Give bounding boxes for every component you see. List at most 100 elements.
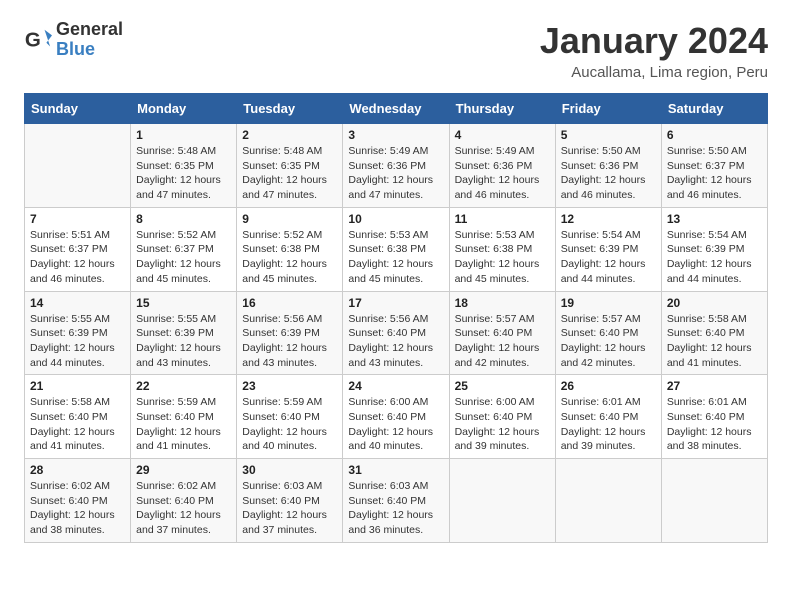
day-number: 6	[667, 128, 762, 142]
day-info: Sunrise: 5:59 AMSunset: 6:40 PMDaylight:…	[136, 395, 231, 454]
week-row-2: 7 Sunrise: 5:51 AMSunset: 6:37 PMDaylight…	[25, 207, 768, 291]
col-header-thursday: Thursday	[449, 94, 555, 124]
day-cell: 30 Sunrise: 6:03 AMSunset: 6:40 PMDayligh…	[237, 459, 343, 543]
day-number: 22	[136, 379, 231, 393]
day-cell: 13 Sunrise: 5:54 AMSunset: 6:39 PMDayligh…	[661, 207, 767, 291]
day-info: Sunrise: 5:57 AMSunset: 6:40 PMDaylight:…	[455, 312, 550, 371]
day-info: Sunrise: 6:00 AMSunset: 6:40 PMDaylight:…	[455, 395, 550, 454]
day-cell	[555, 459, 661, 543]
day-cell: 2Sunrise: 5:48 AMSunset: 6:35 PMDaylight…	[237, 124, 343, 208]
day-info: Sunrise: 5:55 AMSunset: 6:39 PMDaylight:…	[30, 312, 125, 371]
day-cell: 24 Sunrise: 6:00 AMSunset: 6:40 PMDayligh…	[343, 375, 449, 459]
day-info: Sunrise: 5:56 AMSunset: 6:39 PMDaylight:…	[242, 312, 337, 371]
day-cell: 28 Sunrise: 6:02 AMSunset: 6:40 PMDayligh…	[25, 459, 131, 543]
day-info: Sunrise: 5:54 AMSunset: 6:39 PMDaylight:…	[667, 228, 762, 287]
day-cell: 27 Sunrise: 6:01 AMSunset: 6:40 PMDayligh…	[661, 375, 767, 459]
day-cell: 3 Sunrise: 5:49 AMSunset: 6:36 PMDaylight…	[343, 124, 449, 208]
day-info: Sunrise: 5:55 AMSunset: 6:39 PMDaylight:…	[136, 312, 231, 371]
day-number: 28	[30, 463, 125, 477]
day-cell	[25, 124, 131, 208]
day-cell: 21 Sunrise: 5:58 AMSunset: 6:40 PMDayligh…	[25, 375, 131, 459]
logo-icon: G	[24, 26, 52, 54]
header-row: SundayMondayTuesdayWednesdayThursdayFrid…	[25, 94, 768, 124]
day-number: 26	[561, 379, 656, 393]
day-cell: 4 Sunrise: 5:49 AMSunset: 6:36 PMDaylight…	[449, 124, 555, 208]
day-cell: 29Sunrise: 6:02 AMSunset: 6:40 PMDayligh…	[131, 459, 237, 543]
day-info: Sunrise: 5:53 AMSunset: 6:38 PMDaylight:…	[348, 228, 443, 287]
day-info: Sunrise: 5:54 AMSunset: 6:39 PMDaylight:…	[561, 228, 656, 287]
header: G General Blue January 2024 Aucallama, L…	[24, 20, 768, 81]
week-row-3: 14Sunrise: 5:55 AMSunset: 6:39 PMDayligh…	[25, 291, 768, 375]
calendar-title: January 2024	[540, 20, 768, 62]
title-area: January 2024 Aucallama, Lima region, Per…	[540, 20, 768, 81]
day-number: 25	[455, 379, 550, 393]
day-info: Sunrise: 6:02 AMSunset: 6:40 PMDaylight:…	[136, 479, 231, 538]
col-header-monday: Monday	[131, 94, 237, 124]
day-info: Sunrise: 5:58 AMSunset: 6:40 PMDaylight:…	[667, 312, 762, 371]
day-number: 15	[136, 296, 231, 310]
day-number: 11	[455, 212, 550, 226]
day-info: Sunrise: 5:49 AMSunset: 6:36 PMDaylight:…	[455, 144, 550, 203]
day-cell: 22 Sunrise: 5:59 AMSunset: 6:40 PMDayligh…	[131, 375, 237, 459]
day-info: Sunrise: 6:01 AMSunset: 6:40 PMDaylight:…	[561, 395, 656, 454]
day-number: 12	[561, 212, 656, 226]
day-cell: 12 Sunrise: 5:54 AMSunset: 6:39 PMDayligh…	[555, 207, 661, 291]
day-info: Sunrise: 5:52 AMSunset: 6:38 PMDaylight:…	[242, 228, 337, 287]
day-info: Sunrise: 6:03 AMSunset: 6:40 PMDaylight:…	[242, 479, 337, 538]
day-cell: 16Sunrise: 5:56 AMSunset: 6:39 PMDayligh…	[237, 291, 343, 375]
day-info: Sunrise: 5:49 AMSunset: 6:36 PMDaylight:…	[348, 144, 443, 203]
day-number: 5	[561, 128, 656, 142]
day-cell: 6 Sunrise: 5:50 AMSunset: 6:37 PMDaylight…	[661, 124, 767, 208]
day-cell	[449, 459, 555, 543]
col-header-wednesday: Wednesday	[343, 94, 449, 124]
day-info: Sunrise: 5:56 AMSunset: 6:40 PMDaylight:…	[348, 312, 443, 371]
day-cell: 9 Sunrise: 5:52 AMSunset: 6:38 PMDaylight…	[237, 207, 343, 291]
day-number: 4	[455, 128, 550, 142]
day-number: 23	[242, 379, 337, 393]
svg-text:G: G	[25, 29, 41, 52]
day-number: 13	[667, 212, 762, 226]
day-info: Sunrise: 6:01 AMSunset: 6:40 PMDaylight:…	[667, 395, 762, 454]
col-header-sunday: Sunday	[25, 94, 131, 124]
day-info: Sunrise: 5:50 AMSunset: 6:36 PMDaylight:…	[561, 144, 656, 203]
day-number: 17	[348, 296, 443, 310]
day-info: Sunrise: 6:00 AMSunset: 6:40 PMDaylight:…	[348, 395, 443, 454]
day-number: 3	[348, 128, 443, 142]
day-info: Sunrise: 5:50 AMSunset: 6:37 PMDaylight:…	[667, 144, 762, 203]
day-info: Sunrise: 6:02 AMSunset: 6:40 PMDaylight:…	[30, 479, 125, 538]
logo-text-general: General	[56, 19, 123, 39]
day-number: 1	[136, 128, 231, 142]
day-info: Sunrise: 5:53 AMSunset: 6:38 PMDaylight:…	[455, 228, 550, 287]
day-cell: 18 Sunrise: 5:57 AMSunset: 6:40 PMDayligh…	[449, 291, 555, 375]
calendar-subtitle: Aucallama, Lima region, Peru	[540, 64, 768, 81]
day-number: 27	[667, 379, 762, 393]
week-row-4: 21 Sunrise: 5:58 AMSunset: 6:40 PMDayligh…	[25, 375, 768, 459]
day-number: 8	[136, 212, 231, 226]
day-number: 18	[455, 296, 550, 310]
day-number: 20	[667, 296, 762, 310]
day-cell: 17 Sunrise: 5:56 AMSunset: 6:40 PMDayligh…	[343, 291, 449, 375]
day-cell: 26 Sunrise: 6:01 AMSunset: 6:40 PMDayligh…	[555, 375, 661, 459]
day-number: 30	[242, 463, 337, 477]
day-info: Sunrise: 5:48 AMSunset: 6:35 PMDaylight:…	[242, 144, 337, 203]
day-cell: 20 Sunrise: 5:58 AMSunset: 6:40 PMDayligh…	[661, 291, 767, 375]
week-row-5: 28 Sunrise: 6:02 AMSunset: 6:40 PMDayligh…	[25, 459, 768, 543]
logo-text-blue: Blue	[56, 39, 95, 59]
day-cell: 5 Sunrise: 5:50 AMSunset: 6:36 PMDaylight…	[555, 124, 661, 208]
day-number: 21	[30, 379, 125, 393]
week-row-1: 1 Sunrise: 5:48 AMSunset: 6:35 PMDaylight…	[25, 124, 768, 208]
day-number: 24	[348, 379, 443, 393]
day-number: 7	[30, 212, 125, 226]
day-cell: 31 Sunrise: 6:03 AMSunset: 6:40 PMDayligh…	[343, 459, 449, 543]
day-cell: 1Sunrise: 5:48 AMSunset: 6:35 PMDaylight…	[131, 124, 237, 208]
day-info: Sunrise: 5:51 AMSunset: 6:37 PMDaylight:…	[30, 228, 125, 287]
day-number: 19	[561, 296, 656, 310]
day-info: Sunrise: 5:58 AMSunset: 6:40 PMDaylight:…	[30, 395, 125, 454]
day-info: Sunrise: 6:03 AMSunset: 6:40 PMDaylight:…	[348, 479, 443, 538]
day-number: 31	[348, 463, 443, 477]
day-cell: 10Sunrise: 5:53 AMSunset: 6:38 PMDayligh…	[343, 207, 449, 291]
day-info: Sunrise: 5:52 AMSunset: 6:37 PMDaylight:…	[136, 228, 231, 287]
day-number: 9	[242, 212, 337, 226]
day-cell: 14Sunrise: 5:55 AMSunset: 6:39 PMDayligh…	[25, 291, 131, 375]
logo: G General Blue	[24, 20, 123, 60]
